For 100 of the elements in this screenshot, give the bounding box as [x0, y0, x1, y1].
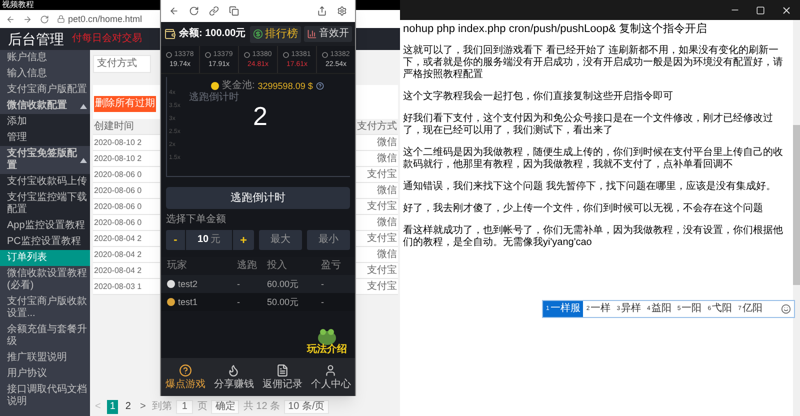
nav-tab[interactable]: 分享赚钱 — [210, 358, 258, 396]
table-cell: 微信 — [376, 186, 398, 196]
help-icon[interactable] — [316, 82, 324, 90]
next-page-button[interactable]: > — [138, 402, 148, 412]
sidebar-item[interactable]: 支付宝免签版配置 — [0, 146, 90, 174]
table-cell: 微信 — [376, 250, 398, 260]
table-cell: 2020-08-06 0 — [93, 170, 143, 178]
table-cell: 支付宝 — [366, 170, 398, 180]
tabs-icon[interactable] — [229, 6, 239, 16]
sidebar-item[interactable]: App监控设置教程 — [0, 218, 90, 234]
nav-tab[interactable]: 返佣记录 — [258, 358, 306, 396]
admin-title: 后台管理 — [8, 32, 64, 46]
table-cell-text: - — [237, 280, 241, 288]
browser-tab[interactable]: 视频教程 — [2, 1, 34, 9]
page-size-select[interactable]: 10 条/页 — [284, 400, 329, 414]
sidebar-item[interactable]: 用户协议 — [0, 366, 90, 382]
avatar — [167, 280, 175, 288]
filter-select[interactable]: 支付方式 — [93, 55, 151, 73]
sidebar-item[interactable]: 支付宝商户版配置 — [0, 82, 90, 98]
mascot-drawing — [316, 327, 338, 345]
sidebar-item[interactable]: 接口调取代码文档说明 — [0, 382, 90, 410]
flame-icon — [227, 364, 240, 377]
faint-label: 逃跑倒计时 — [189, 93, 239, 103]
sidebar-item[interactable]: 微信收款设置教程(必看) — [0, 266, 90, 294]
sidebar-item[interactable]: 微信收款配置 — [0, 98, 90, 114]
table-cell: 2020-08-04 2 — [93, 250, 143, 258]
sidebar-item[interactable]: 管理 — [0, 130, 90, 146]
text-paragraph: 看这样就成功了，也到帐号了，你们无需补单，因为我做教程，没有设置，你们根据他们的教程，是全自动。无需像我yi'yang'cao — [403, 225, 784, 249]
page-input[interactable]: 1 — [176, 400, 194, 414]
sidebar-item[interactable]: 余额充值与套餐升级 — [0, 322, 90, 350]
text-paragraph: 这就可以了，我们回到游戏看下 看已经开始了 连刷新都不用，如果没有变化的刷新一下，或者就是你的服务端没有开启成功，没有开启成功一般是因为环境没有配置好，请严格按照教程配置 — [403, 45, 784, 81]
nav-tab[interactable]: 爆点游戏 — [161, 358, 210, 396]
guide-badge[interactable]: 玩法介绍 — [307, 345, 347, 355]
share-icon[interactable] — [317, 6, 327, 16]
table-cell: 支付宝 — [366, 234, 398, 244]
goto-label: 到第 — [152, 402, 172, 412]
coin-icon — [211, 82, 219, 90]
reload-icon[interactable] — [189, 6, 199, 16]
settings-icon[interactable] — [337, 6, 347, 16]
bars-icon — [307, 29, 317, 39]
table-cell: 2020-08-03 1 — [93, 282, 143, 290]
reload-icon[interactable] — [40, 14, 49, 24]
sidebar-item[interactable]: 支付宝监控端下载配置 — [0, 190, 90, 218]
total-count: 共 12 条 — [243, 402, 280, 412]
link-icon[interactable] — [209, 6, 219, 16]
page-button[interactable]: 1 — [106, 400, 118, 414]
table-cell-text: - — [237, 298, 241, 306]
confirm-button[interactable]: 确定 — [211, 400, 240, 414]
max-button[interactable]: 最大 — [259, 230, 302, 250]
table-cell: 2020-08-06 0 — [93, 202, 143, 210]
close-icon[interactable] — [781, 4, 792, 16]
minus-button[interactable]: - — [166, 230, 186, 250]
sidebar-item[interactable]: 账户信息 — [0, 50, 90, 66]
sidebar-item[interactable]: 添加 — [0, 114, 90, 130]
lock-icon — [57, 15, 65, 23]
text-paragraph: 这个文字教程我会一起打包，你们直接复制这些开启指令即可 — [403, 91, 674, 103]
amount-value[interactable]: 10 — [197, 235, 209, 245]
text-paragraph: 好我们看下支付，这个支付因为和免公众号接口是在一个文件修改，刚才已经修改过了，现在已经可以用了，我们测试下，看出来了 — [403, 113, 774, 137]
page-button[interactable]: 2 — [122, 400, 134, 414]
leaderboard-button[interactable]: 排行榜 — [250, 26, 301, 42]
scrollbar[interactable] — [793, 20, 800, 416]
back-icon[interactable] — [6, 14, 15, 24]
balance-text: 余额: 100.00元 — [179, 29, 246, 39]
wallet-icon — [164, 28, 176, 40]
min-button[interactable]: 最小 — [307, 230, 350, 250]
nav-tab[interactable]: 个人中心 — [306, 358, 355, 396]
notice-text: 付每日会对交易 — [72, 34, 142, 44]
forward-icon[interactable] — [23, 14, 32, 24]
help-icon — [178, 364, 192, 377]
sidebar-item[interactable]: 支付宝商户版收款设置... — [0, 294, 90, 322]
emoji-icon[interactable] — [781, 304, 791, 314]
player-name: test1 — [178, 298, 198, 306]
table-cell: 2020-08-10 2 — [93, 154, 143, 162]
page-unit: 页 — [197, 402, 208, 412]
table-cell: 2020-08-04 2 — [93, 266, 143, 274]
coin-icon — [253, 29, 263, 39]
table-cell: 支付宝 — [366, 282, 398, 292]
table-cell: 2020-08-10 2 — [93, 138, 143, 146]
column-header: 投入 — [267, 261, 288, 271]
sidebar-item[interactable]: 支付宝收款码上传 — [0, 174, 90, 190]
sound-button[interactable]: 音效开 — [304, 26, 352, 42]
user-icon — [324, 364, 338, 377]
table-cell: 支付宝 — [366, 266, 398, 276]
plus-button[interactable]: + — [232, 230, 254, 250]
escape-button[interactable]: 逃跑倒计时 — [166, 187, 350, 209]
table-cell-text: 60.00元 — [267, 280, 300, 288]
sidebar-item[interactable]: PC监控设置教程 — [0, 234, 90, 250]
sidebar-item[interactable]: 推广联盟说明 — [0, 350, 90, 366]
avatar — [167, 298, 175, 306]
maximize-icon[interactable] — [756, 6, 765, 14]
column-header: 支付方式 — [356, 122, 398, 132]
column-header: 逃跑 — [237, 261, 258, 271]
address-field[interactable]: pet0.cn/home.html — [68, 14, 142, 24]
sidebar-item[interactable]: 输入信息 — [0, 66, 90, 82]
back-icon[interactable] — [169, 6, 179, 16]
table-cell: 微信 — [376, 154, 398, 164]
column-header: 盈亏 — [321, 261, 342, 271]
table-cell-text: 50.00元 — [267, 298, 300, 306]
sidebar-item[interactable]: 订单列表 — [0, 250, 90, 266]
table-cell: 微信 — [376, 218, 398, 228]
